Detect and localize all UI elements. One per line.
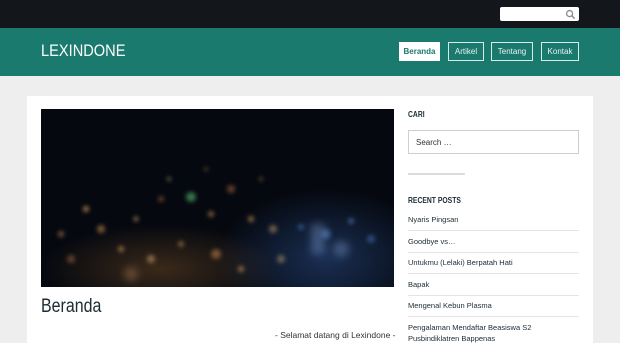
top-bar: [0, 0, 620, 28]
top-search-box[interactable]: [500, 7, 579, 21]
nav-item-tentang[interactable]: Tentang: [491, 42, 533, 61]
sidebar-search-box[interactable]: [408, 130, 579, 154]
hero-image: [41, 109, 394, 287]
nav-item-artikel[interactable]: Artikel: [448, 42, 484, 61]
divider: [408, 273, 579, 274]
divider: [408, 230, 579, 231]
divider: [408, 173, 465, 175]
recent-post-link[interactable]: Bapak: [408, 279, 579, 290]
site-header: LEXINDONE Beranda Artikel Tentang Kontak: [0, 28, 620, 76]
recent-post-link[interactable]: Pengalaman Mendaftar Beasiswa S2 Pusbind…: [408, 322, 533, 343]
divider: [408, 295, 579, 296]
nav-item-kontak[interactable]: Kontak: [541, 42, 579, 61]
search-widget-title: CARI: [408, 110, 425, 119]
search-icon[interactable]: [565, 9, 576, 20]
recent-post-link[interactable]: Nyaris Pingsan: [408, 214, 579, 225]
nav-item-beranda[interactable]: Beranda: [399, 42, 440, 61]
site-title[interactable]: LEXINDONE: [41, 41, 125, 61]
divider: [408, 252, 579, 253]
welcome-text: - Selamat datang di Lexindone -: [275, 330, 396, 340]
recent-post-link[interactable]: Goodbye vs…: [408, 236, 579, 247]
recent-post-link[interactable]: Mengenal Kebun Plasma: [408, 300, 579, 311]
recent-post-link[interactable]: Untukmu (Lelaki) Berpatah Hati: [408, 257, 579, 268]
recent-posts-title: RECENT POSTS: [408, 196, 461, 205]
sidebar-search-input[interactable]: [409, 131, 578, 153]
divider: [408, 316, 579, 317]
top-search-input[interactable]: [500, 7, 564, 21]
page-title: Beranda: [41, 296, 102, 317]
